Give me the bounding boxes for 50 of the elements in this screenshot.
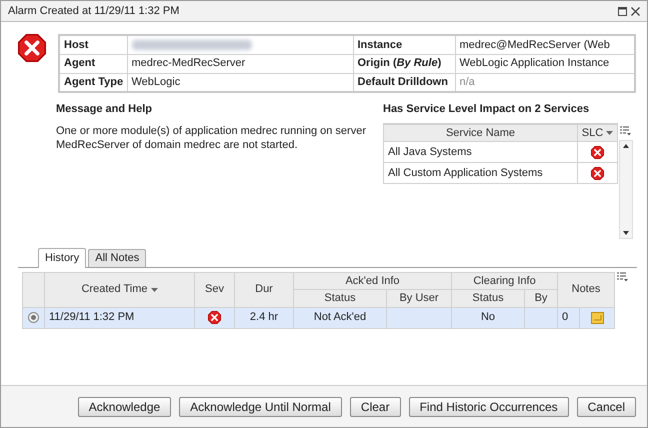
detail-label: Default Drilldown (358, 76, 448, 88)
detail-value: medrec@MedRecServer (Web (460, 38, 610, 50)
scrollbar[interactable] (618, 140, 632, 238)
error-icon (18, 34, 46, 62)
close-icon[interactable] (631, 6, 640, 16)
detail-label: Host (64, 38, 88, 50)
error-icon (591, 146, 604, 158)
maximize-icon[interactable] (618, 6, 627, 16)
scroll-up-icon[interactable] (622, 144, 628, 148)
detail-label: Agent Type (64, 76, 124, 88)
service-name: All Java Systems (388, 146, 472, 158)
detail-label: Origin (By Rule) (358, 57, 442, 70)
column-group-header: Ack'ed Info (345, 274, 400, 286)
history-row[interactable]: 11/29/11 1:32 PM 2.4 hr Not Ack'ed No 0 (22, 307, 614, 328)
dialog-button[interactable]: Acknowledge (78, 396, 172, 416)
error-icon (591, 166, 604, 180)
column-menu-icon[interactable] (617, 272, 628, 282)
detail-value: medrec-MedRecServer (132, 57, 246, 70)
dialog-button[interactable]: Cancel (576, 396, 636, 416)
table-cell: 11/29/11 1:32 PM (49, 311, 134, 324)
dialog-button[interactable]: Clear (350, 396, 401, 416)
sort-down-icon[interactable] (606, 130, 614, 135)
service-name: All Custom Application Systems (388, 166, 543, 179)
sort-down-icon[interactable] (150, 288, 158, 292)
column-header[interactable]: Dur (255, 283, 273, 296)
section-heading: Has Service Level Impact on 2 Services (383, 102, 590, 117)
detail-label: Agent (64, 57, 96, 70)
radio-icon[interactable] (28, 312, 39, 323)
tab[interactable]: All Notes (88, 248, 146, 266)
message-text: One or more module(s) of application medrec running on server MedRecServer of domain medrec are not started. (56, 124, 367, 152)
table-cell: 2.4 hr (250, 311, 278, 324)
detail-value: WebLogic (132, 76, 180, 88)
tab[interactable]: History (38, 248, 86, 268)
table-cell: No (480, 311, 496, 324)
detail-value: n/a (460, 76, 475, 88)
dialog-button[interactable]: Find Historic Occurrences (408, 396, 569, 416)
column-header[interactable]: Sev (205, 283, 224, 296)
detail-value: WebLogic Application Instance (460, 57, 610, 70)
column-header[interactable]: Notes (572, 283, 600, 296)
table-cell: Not Ack'ed (314, 311, 366, 324)
detail-label: Instance (358, 38, 402, 50)
dialog-button[interactable]: Acknowledge Until Normal (179, 396, 342, 416)
note-icon[interactable] (590, 312, 604, 324)
window-title: Alarm Created at 11/29/11 1:32 PM (8, 4, 180, 19)
column-menu-icon[interactable] (620, 126, 631, 136)
section-heading: Message and Help (56, 102, 153, 117)
error-icon (208, 311, 221, 324)
table-cell: 0 (562, 311, 568, 324)
scroll-down-icon[interactable] (622, 230, 628, 234)
column-group-header: Clearing Info (473, 274, 536, 286)
